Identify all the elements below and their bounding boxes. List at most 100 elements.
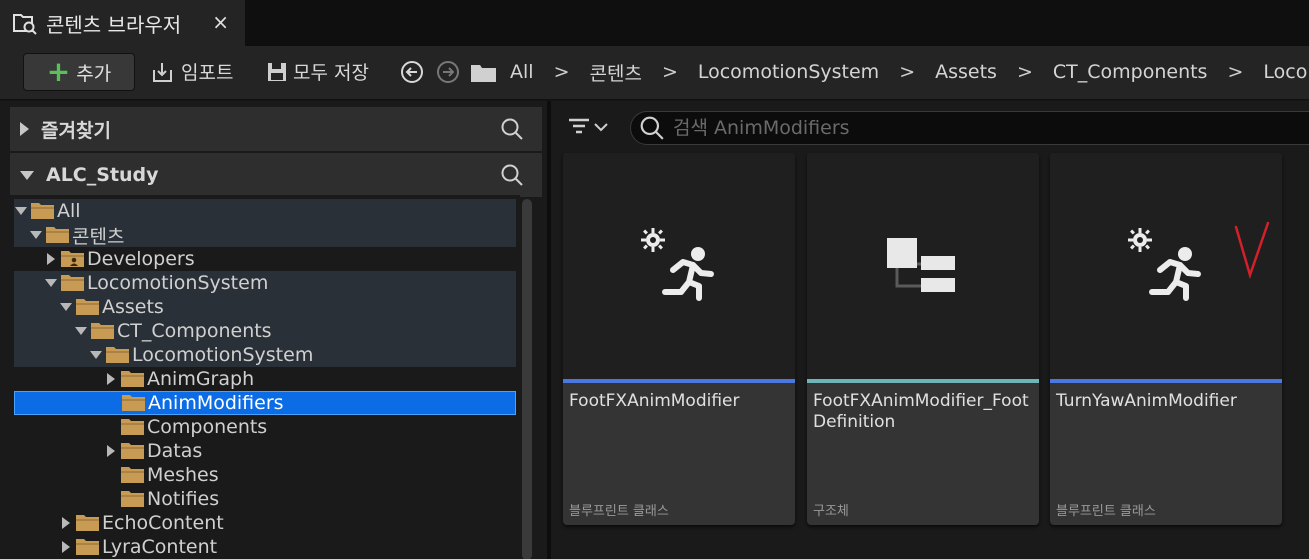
project-header[interactable]: ALC_Study (10, 153, 542, 197)
tree-item[interactable]: Datas (14, 439, 516, 463)
save-all-button[interactable]: 모두 저장 (265, 58, 369, 85)
collapse-arrow-icon (15, 207, 27, 215)
expand-arrow-icon (20, 122, 29, 136)
asset-thumbnail (807, 153, 1039, 379)
add-button[interactable]: + 추가 (23, 53, 135, 91)
import-button-label: 임포트 (181, 62, 234, 84)
tree-item-label: 콘텐츠 (72, 225, 125, 248)
asset-view-panel: FootFXAnimModifier블루프린트 클래스FootFXAnimMod… (551, 101, 1309, 559)
close-icon[interactable]: × (212, 10, 229, 34)
toolbar: + 추가 임포트 모두 저장 All > 콘텐츠 > LocomotionSys… (0, 46, 1309, 100)
breadcrumb-separator[interactable]: > (1017, 61, 1033, 83)
asset-tile[interactable]: TurnYawAnimModifier 블루프린트 클래스 (1050, 153, 1282, 525)
tree-expander[interactable] (44, 252, 58, 266)
tree-expander[interactable] (59, 516, 73, 530)
tree-expander[interactable] (89, 348, 103, 362)
collapse-arrow-icon (90, 351, 102, 359)
save-icon (268, 62, 286, 81)
plus-icon: + (46, 55, 71, 88)
tree-expander[interactable] (14, 204, 28, 218)
filter-icon (569, 118, 589, 134)
tree-item[interactable]: CT_Components (14, 319, 516, 343)
tab-content-browser[interactable]: 콘텐츠 브라우저 × (0, 0, 245, 46)
asset-type-color-bar (807, 379, 1039, 383)
search-icon[interactable] (500, 117, 524, 141)
tree-item[interactable]: Developers (14, 247, 516, 271)
search-field[interactable] (630, 111, 1309, 145)
tree-item[interactable]: All (14, 199, 516, 223)
forward-arrow-icon[interactable] (436, 60, 460, 84)
tree-expander[interactable] (74, 324, 88, 338)
collapse-arrow-icon (60, 303, 72, 311)
asset-tile[interactable]: FootFXAnimModifier 블루프린트 클래스 (563, 153, 795, 525)
search-input[interactable] (673, 117, 1273, 139)
tree-item-label: LocomotionSystem (87, 272, 269, 294)
breadcrumb-separator[interactable]: > (899, 61, 915, 83)
folder-icon (76, 299, 99, 315)
folder-icon (121, 443, 144, 459)
asset-type-color-bar (563, 379, 795, 383)
tree-item[interactable]: LocomotionSystem (14, 271, 516, 295)
back-arrow-icon[interactable] (400, 60, 424, 84)
breadcrumb-separator[interactable]: > (1227, 61, 1243, 83)
tree-expander-empty (105, 396, 119, 410)
tree-item-label: AnimGraph (147, 368, 255, 390)
asset-name: FootFXAnimModifier_FootDefinition (813, 391, 1029, 432)
expand-arrow-icon (62, 517, 70, 529)
project-label: ALC_Study (46, 164, 159, 186)
content-browser-icon (13, 14, 37, 35)
folder-icon (471, 65, 496, 82)
breadcrumb-item[interactable]: LocomotionSystem (698, 61, 879, 83)
folder-icon (121, 467, 144, 483)
collapse-arrow-icon (45, 279, 57, 287)
tree-item[interactable]: Notifies (14, 487, 516, 511)
folder-tree: All 콘텐츠 Developers LocomotionSystem Assets CT… (10, 195, 520, 559)
tree-expander[interactable] (44, 276, 58, 290)
tree-expander[interactable] (104, 444, 118, 458)
search-icon[interactable] (500, 163, 524, 187)
breadcrumb-item[interactable]: CT_Components (1053, 61, 1208, 83)
filter-button[interactable] (567, 115, 609, 139)
tree-item-label: Components (147, 416, 268, 438)
folder-icon (122, 395, 145, 411)
tree-expander[interactable] (104, 372, 118, 386)
breadcrumb-separator[interactable]: > (554, 61, 570, 83)
tree-item-label: All (57, 200, 81, 222)
tree-expander-empty (104, 468, 118, 482)
tree-item[interactable]: AnimGraph (14, 367, 516, 391)
tree-item[interactable]: Assets (14, 295, 516, 319)
tree-item[interactable]: AnimModifiers (14, 391, 516, 415)
favorites-label: 즐겨찾기 (41, 119, 111, 142)
collapse-arrow-icon (20, 170, 34, 180)
save-all-button-label: 모두 저장 (293, 62, 369, 84)
breadcrumb-item[interactable]: Assets (935, 61, 997, 83)
import-button[interactable]: 임포트 (151, 58, 233, 85)
tree-item[interactable]: LyraContent (14, 535, 516, 559)
favorites-header[interactable]: 즐겨찾기 (10, 107, 542, 151)
tree-item[interactable]: EchoContent (14, 511, 516, 535)
folder-icon (121, 491, 144, 507)
tree-item[interactable]: Components (14, 415, 516, 439)
asset-tile[interactable]: FootFXAnimModifier_FootDefinition 구조체 (807, 153, 1039, 525)
breadcrumb-separator[interactable]: > (662, 61, 678, 83)
folder-icon (61, 275, 84, 291)
tree-expander[interactable] (29, 228, 43, 242)
breadcrumb-item[interactable]: 콘텐츠 (589, 59, 641, 86)
tree-item[interactable]: Meshes (14, 463, 516, 487)
breadcrumb-item[interactable]: Locomotio (1263, 61, 1309, 83)
folder-icon (91, 323, 114, 339)
breadcrumb: All > 콘텐츠 > LocomotionSystem > Assets > … (510, 57, 1309, 87)
breadcrumb-item[interactable]: All (510, 61, 534, 83)
tree-item-label: AnimModifiers (148, 392, 284, 414)
tree-item[interactable]: 콘텐츠 (14, 223, 516, 248)
tree-scrollbar[interactable] (522, 199, 532, 559)
tree-expander[interactable] (59, 300, 73, 314)
folder-icon (61, 251, 84, 267)
folder-icon (121, 419, 144, 435)
tree-expander[interactable] (59, 540, 73, 554)
tree-item[interactable]: LocomotionSystem (14, 343, 516, 367)
asset-type: 블루프린트 클래스 (1056, 504, 1156, 519)
expand-arrow-icon (47, 253, 55, 265)
import-icon (153, 62, 172, 82)
asset-type: 블루프린트 클래스 (569, 504, 669, 519)
